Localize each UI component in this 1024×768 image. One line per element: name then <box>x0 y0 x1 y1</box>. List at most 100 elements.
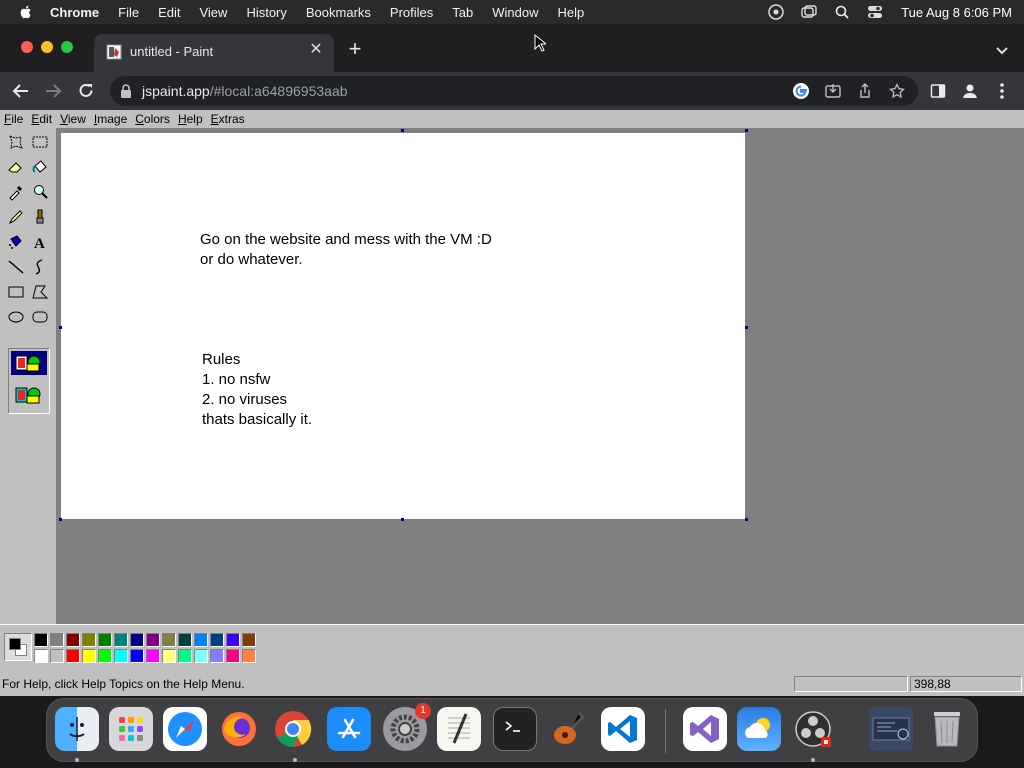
palette-swatch[interactable] <box>82 633 96 647</box>
palette-swatch[interactable] <box>34 633 48 647</box>
lock-icon[interactable] <box>120 84 132 98</box>
polygon-tool[interactable] <box>28 280 52 304</box>
magnifier-tool[interactable] <box>28 180 52 204</box>
obs-status-icon[interactable] <box>767 3 785 21</box>
free-form-select-tool[interactable] <box>4 130 28 154</box>
new-tab-button[interactable]: + <box>344 38 366 61</box>
menu-window[interactable]: Window <box>492 5 538 20</box>
profile-button[interactable] <box>958 79 982 103</box>
paint-menu-image[interactable]: Image <box>94 112 127 126</box>
trash-icon[interactable] <box>925 707 969 751</box>
safari-icon[interactable] <box>163 707 207 751</box>
rectangle-tool[interactable] <box>4 280 28 304</box>
paint-menu-help[interactable]: Help <box>178 112 203 126</box>
menu-file[interactable]: File <box>118 5 139 20</box>
share-icon[interactable] <box>856 82 874 100</box>
spotlight-search-icon[interactable] <box>833 3 851 21</box>
menu-help[interactable]: Help <box>558 5 585 20</box>
airbrush-tool[interactable] <box>4 230 28 254</box>
palette-swatch[interactable] <box>210 633 224 647</box>
foreground-color[interactable] <box>9 638 21 650</box>
terminal-icon[interactable] <box>493 707 537 751</box>
firefox-icon[interactable] <box>217 707 261 751</box>
transparent-background-option[interactable] <box>11 383 47 407</box>
palette-swatch[interactable] <box>194 633 208 647</box>
palette-swatch[interactable] <box>114 633 128 647</box>
tab-search-chevron-icon[interactable] <box>994 42 1010 58</box>
paint-menu-edit[interactable]: Edit <box>31 112 52 126</box>
window-overview-icon[interactable] <box>800 3 818 21</box>
finder-icon[interactable] <box>55 707 99 751</box>
control-center-icon[interactable] <box>866 3 884 21</box>
menu-profiles[interactable]: Profiles <box>390 5 433 20</box>
reload-button[interactable] <box>74 79 98 103</box>
menu-bar-clock[interactable]: Tue Aug 8 6:06 PM <box>901 5 1012 20</box>
palette-swatch[interactable] <box>178 633 192 647</box>
palette-swatch[interactable] <box>226 633 240 647</box>
install-app-icon[interactable] <box>824 82 842 100</box>
downloads-stack-icon[interactable] <box>869 707 913 751</box>
chrome-menu-button[interactable] <box>990 79 1014 103</box>
google-lens-icon[interactable] <box>792 82 810 100</box>
current-colors-well[interactable] <box>4 633 32 661</box>
text-tool[interactable]: A <box>28 230 52 254</box>
address-bar[interactable]: jspaint.app/#local:a64896953aab <box>110 76 918 106</box>
system-settings-icon[interactable]: 1 <box>383 703 431 751</box>
tab-close-icon[interactable]: ✕ <box>308 42 324 58</box>
launchpad-icon[interactable] <box>109 707 153 751</box>
palette-swatch[interactable] <box>210 649 224 663</box>
line-tool[interactable] <box>4 255 28 279</box>
pick-color-tool[interactable] <box>4 180 28 204</box>
window-zoom-button[interactable] <box>61 41 73 53</box>
opaque-background-option[interactable] <box>11 351 47 375</box>
drawing-canvas[interactable]: Go on the website and mess with the VM :… <box>61 133 745 519</box>
fill-tool[interactable] <box>28 155 52 179</box>
browser-tab-active[interactable]: untitled - Paint ✕ <box>94 34 334 72</box>
ellipse-tool[interactable] <box>4 305 28 329</box>
menu-edit[interactable]: Edit <box>158 5 180 20</box>
textedit-icon[interactable] <box>437 707 481 751</box>
vscode-icon[interactable] <box>601 707 645 751</box>
resize-handle-top[interactable] <box>401 129 404 132</box>
menu-bookmarks[interactable]: Bookmarks <box>306 5 371 20</box>
eraser-tool[interactable] <box>4 155 28 179</box>
resize-handle-bottom-right[interactable] <box>745 518 748 521</box>
palette-swatch[interactable] <box>130 633 144 647</box>
rect-select-tool[interactable] <box>28 130 52 154</box>
palette-swatch[interactable] <box>114 649 128 663</box>
palette-swatch[interactable] <box>130 649 144 663</box>
paint-menu-file[interactable]: File <box>4 112 23 126</box>
bookmark-star-icon[interactable] <box>888 82 906 100</box>
palette-swatch[interactable] <box>162 633 176 647</box>
palette-swatch[interactable] <box>50 649 64 663</box>
brush-tool[interactable] <box>28 205 52 229</box>
palette-swatch[interactable] <box>162 649 176 663</box>
resize-handle-bottom[interactable] <box>401 518 404 521</box>
palette-swatch[interactable] <box>146 649 160 663</box>
back-button[interactable] <box>9 79 33 103</box>
palette-swatch[interactable] <box>242 649 256 663</box>
palette-swatch[interactable] <box>242 633 256 647</box>
forward-button[interactable] <box>41 79 65 103</box>
menu-history[interactable]: History <box>246 5 286 20</box>
palette-swatch[interactable] <box>226 649 240 663</box>
palette-swatch[interactable] <box>34 649 48 663</box>
paint-menu-colors[interactable]: Colors <box>135 112 170 126</box>
palette-swatch[interactable] <box>66 633 80 647</box>
resize-handle-right[interactable] <box>745 326 748 329</box>
rounded-rectangle-tool[interactable] <box>28 305 52 329</box>
menu-tab[interactable]: Tab <box>452 5 473 20</box>
pencil-tool[interactable] <box>4 205 28 229</box>
palette-swatch[interactable] <box>82 649 96 663</box>
palette-swatch[interactable] <box>98 649 112 663</box>
palette-swatch[interactable] <box>146 633 160 647</box>
resize-handle-left[interactable] <box>59 326 62 329</box>
url-text[interactable]: jspaint.app/#local:a64896953aab <box>142 83 348 99</box>
paint-menu-extras[interactable]: Extras <box>211 112 245 126</box>
menu-view[interactable]: View <box>199 5 227 20</box>
side-panel-button[interactable] <box>926 79 950 103</box>
garageband-icon[interactable] <box>547 707 591 751</box>
apple-logo-icon[interactable] <box>18 4 34 20</box>
palette-swatch[interactable] <box>98 633 112 647</box>
app-store-icon[interactable] <box>327 707 371 751</box>
